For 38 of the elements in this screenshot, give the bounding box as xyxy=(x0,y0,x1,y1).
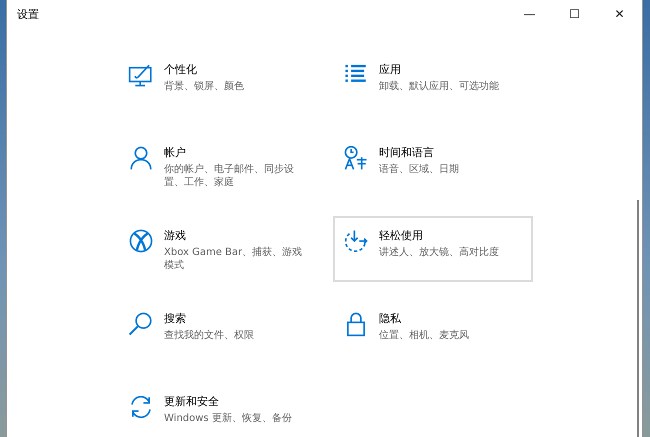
category-description: 查找我的文件、权限 xyxy=(164,329,255,342)
settings-category[interactable]: 隐私 位置、相机、麦克风 xyxy=(333,299,533,365)
category-title: 应用 xyxy=(379,62,401,77)
settings-category[interactable]: 应用 卸载、默认应用、可选功能 xyxy=(333,50,533,116)
category-title: 游戏 xyxy=(164,228,186,243)
category-title: 更新和安全 xyxy=(164,394,219,409)
maximize-button[interactable]: ☐ xyxy=(552,0,597,28)
settings-category[interactable]: 游戏 Xbox Game Bar、捕获、游戏模式 xyxy=(118,216,318,282)
settings-category[interactable]: 个性化 背景、锁屏、颜色 xyxy=(118,50,318,116)
category-title: 隐私 xyxy=(379,311,401,326)
category-description: Windows 更新、恢复、备份 xyxy=(164,412,293,425)
category-description: 卸载、默认应用、可选功能 xyxy=(379,80,500,93)
monitor-brush-icon xyxy=(128,62,154,88)
settings-category[interactable]: 更新和安全 Windows 更新、恢复、备份 xyxy=(118,382,318,437)
category-description: 讲述人、放大镜、高对比度 xyxy=(379,246,500,259)
settings-category[interactable]: 时间和语言 语音、区域、日期 xyxy=(333,133,533,199)
category-title: 时间和语言 xyxy=(379,145,434,160)
category-title: 搜索 xyxy=(164,311,186,326)
close-button[interactable]: ✕ xyxy=(597,0,642,28)
category-description: 语音、区域、日期 xyxy=(379,163,460,176)
settings-category[interactable]: 搜索 查找我的文件、权限 xyxy=(118,299,318,365)
scrollbar[interactable] xyxy=(637,200,639,437)
window-title: 设置 xyxy=(17,6,39,22)
category-description: 背景、锁屏、颜色 xyxy=(164,80,245,93)
dial-arrow-icon xyxy=(343,228,369,254)
category-title: 轻松使用 xyxy=(379,228,423,243)
settings-category[interactable]: 轻松使用 讲述人、放大镜、高对比度 xyxy=(333,216,533,282)
category-description: Xbox Game Bar、捕获、游戏模式 xyxy=(164,246,304,272)
person-icon xyxy=(128,145,154,171)
minimize-button[interactable]: — xyxy=(507,0,552,28)
category-description: 位置、相机、麦克风 xyxy=(379,329,470,342)
search-icon xyxy=(128,311,154,337)
settings-category[interactable]: 帐户 你的帐户、电子邮件、同步设置、工作、家庭 xyxy=(118,133,318,199)
category-title: 个性化 xyxy=(164,62,197,77)
category-description: 你的帐户、电子邮件、同步设置、工作、家庭 xyxy=(164,163,295,189)
category-title: 帐户 xyxy=(164,145,186,160)
xbox-icon xyxy=(128,228,154,254)
clock-letter-icon xyxy=(343,145,369,171)
